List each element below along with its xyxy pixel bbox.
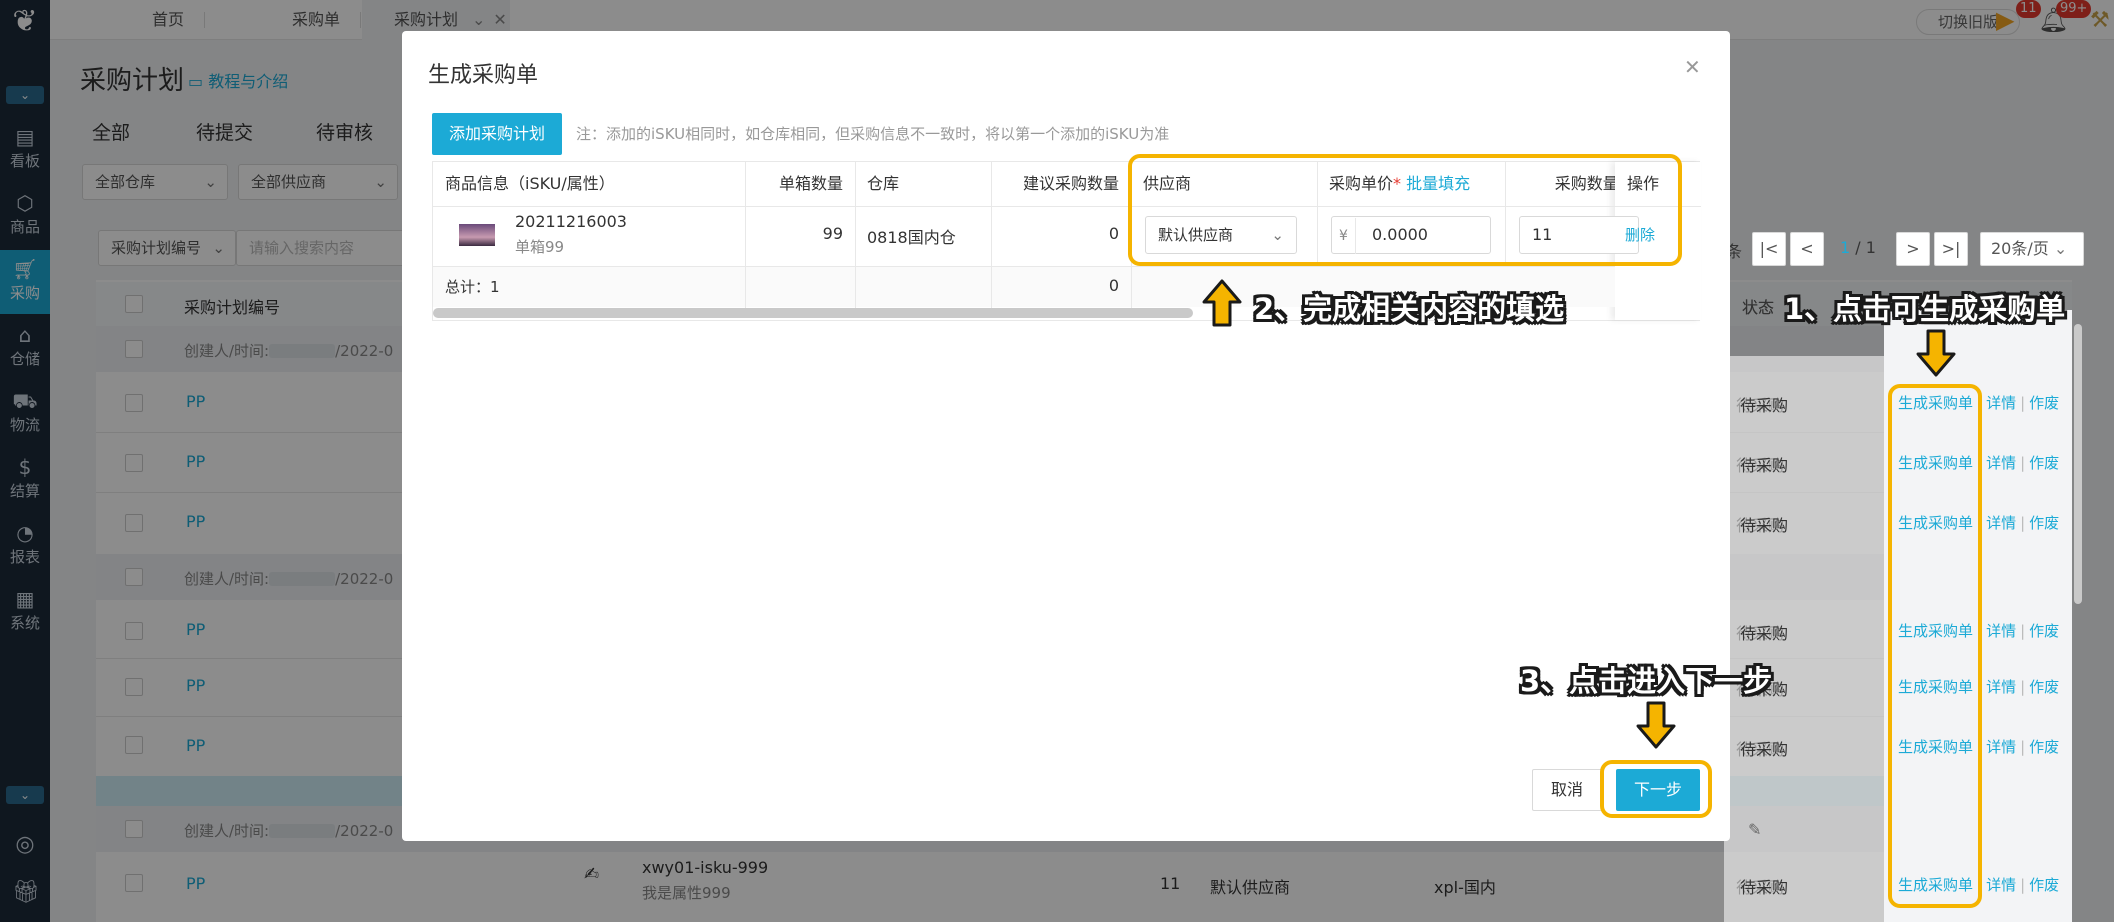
status-text: 待采购 [1740,516,1789,535]
detail-link[interactable]: 详情 [1986,876,2016,894]
highlight-next-button [1600,760,1712,818]
void-link[interactable]: 作废 [2029,738,2059,756]
void-link[interactable]: 作废 [2029,622,2059,640]
th-product: 商品信息（iSKU/属性） [445,174,615,193]
arrow-up-icon [1202,279,1242,327]
chevron-down-icon: ⌄ [2053,239,2068,258]
next-page-button[interactable]: > [1896,232,1930,266]
row-attr: 单箱99 [515,238,565,256]
modal-title: 生成采购单 [428,63,539,88]
row-box-qty: 99 [822,224,843,243]
row-warehouse: 0818国内仓 [867,228,956,247]
horizontal-scrollbar[interactable] [433,308,1193,318]
status-text: 待采购 [1740,456,1789,475]
void-link[interactable]: 作废 [2029,454,2059,472]
th-box-qty: 单箱数量 [778,174,843,193]
status-text: 待采购 [1740,624,1789,643]
status-text: 待采购 [1740,396,1789,415]
row-sku: 20211216003 [515,212,627,231]
last-page-button[interactable]: >| [1934,232,1968,266]
status-text: 待采购 [1740,878,1789,897]
first-page-button[interactable]: |< [1752,232,1786,266]
highlight-fill-area [1128,154,1682,266]
arrow-down-icon [1916,329,1956,377]
th-suggest-qty: 建议采购数量 [1022,174,1119,193]
prev-page-button[interactable]: < [1790,232,1824,266]
void-link[interactable]: 作废 [2029,394,2059,412]
detail-link[interactable]: 详情 [1986,678,2016,696]
total-suggest-qty: 0 [1108,276,1119,295]
detail-link[interactable]: 详情 [1986,514,2016,532]
cancel-button[interactable]: 取消 [1532,769,1602,811]
product-thumbnail [459,224,495,246]
detail-link[interactable]: 详情 [1986,454,2016,472]
void-link[interactable]: 作废 [2029,678,2059,696]
detail-link[interactable]: 详情 [1986,738,2016,756]
page-size-select[interactable]: 20条/页 ⌄ [1980,232,2084,266]
arrow-down-icon [1636,701,1676,749]
highlight-create-po-column [1888,384,1982,908]
total-label: 总计：1 [445,278,500,296]
vertical-scrollbar[interactable] [2074,324,2082,604]
detail-link[interactable]: 详情 [1986,394,2016,412]
modal-note: 注：添加的iSKU相同时，如仓库相同，但采购信息不一致时，将以第一个添加的iSK… [576,125,1170,143]
void-link[interactable]: 作废 [2029,876,2059,894]
col-status-visible: 状态 [1742,298,1775,317]
close-icon[interactable]: ✕ [1684,55,1701,79]
annotation-step2: 2、完成相关内容的填选 [1254,292,1565,326]
edit-icon[interactable]: ✎ [1748,820,1761,839]
th-warehouse: 仓库 [867,174,900,193]
create-po-modal: 生成采购单 ✕ 添加采购计划 注：添加的iSKU相同时，如仓库相同，但采购信息不… [402,31,1730,841]
annotation-step3: 3、点击进入下一步 [1520,664,1773,698]
void-link[interactable]: 作废 [2029,514,2059,532]
row-suggest-qty: 0 [1108,224,1119,243]
pager-indicator: 1 / 1 [1840,238,1876,257]
annotation-step1: 1、点击可生成采购单 [1784,292,2066,326]
status-text: 待采购 [1740,740,1789,759]
detail-link[interactable]: 详情 [1986,622,2016,640]
add-purchase-plan-button[interactable]: 添加采购计划 [432,113,562,155]
